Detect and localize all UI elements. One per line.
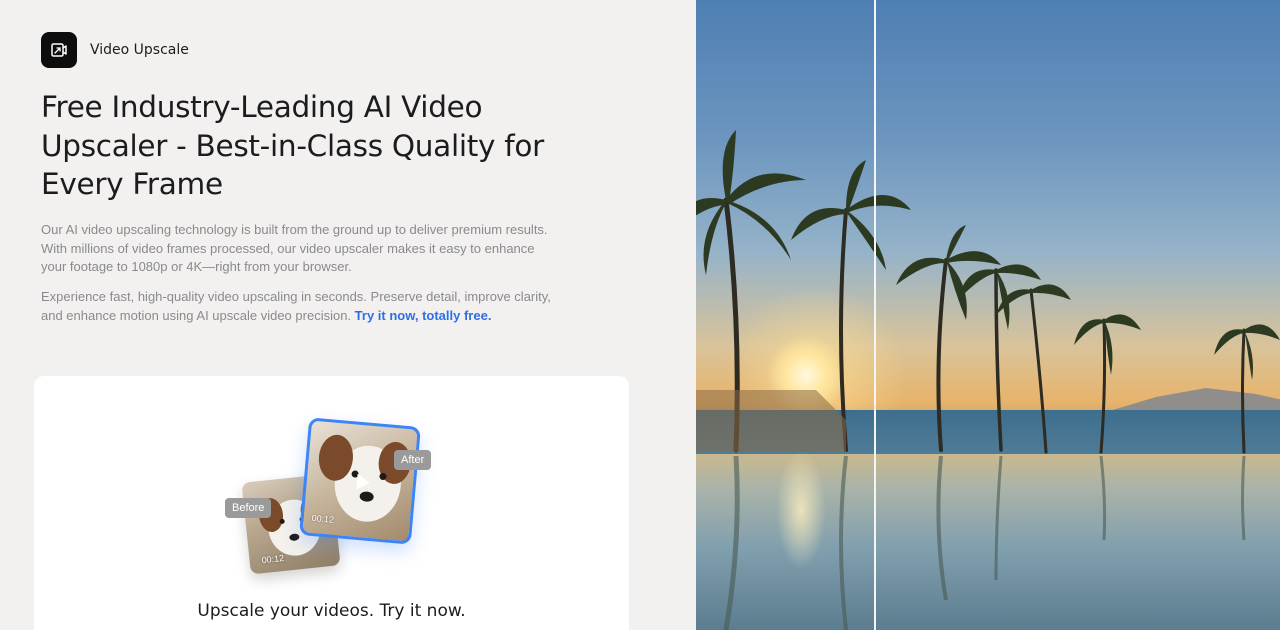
comparison-preview[interactable] xyxy=(696,0,1280,630)
left-panel: Video Upscale Free Industry-Leading AI V… xyxy=(0,0,696,630)
hero-description-secondary: Experience fast, high-quality video upsc… xyxy=(41,288,561,325)
upload-cta-text: Upscale your videos. Try it now. xyxy=(197,601,466,621)
before-after-illustration: 00:12 00:12 Before After xyxy=(224,417,444,580)
after-timestamp: 00:12 xyxy=(311,512,335,525)
page-title: Free Industry-Leading AI Video Upscaler … xyxy=(41,90,544,201)
compare-slider-handle[interactable] xyxy=(874,0,876,630)
before-tag: Before xyxy=(225,498,272,518)
hero-description: Our AI video upscaling technology is bui… xyxy=(41,222,548,275)
brand: Video Upscale xyxy=(41,32,189,68)
palm-trees xyxy=(696,130,1280,630)
upload-card[interactable]: 00:12 00:12 Before After Upscale your vi… xyxy=(34,376,629,630)
play-icon[interactable] xyxy=(346,466,379,499)
try-free-link[interactable]: Try it now, totally free. xyxy=(355,308,492,323)
before-timestamp: 00:12 xyxy=(261,552,285,566)
upscale-icon xyxy=(41,32,77,68)
brand-name: Video Upscale xyxy=(90,42,189,58)
after-thumbnail: 00:12 xyxy=(299,417,421,545)
after-tag: After xyxy=(394,450,432,470)
